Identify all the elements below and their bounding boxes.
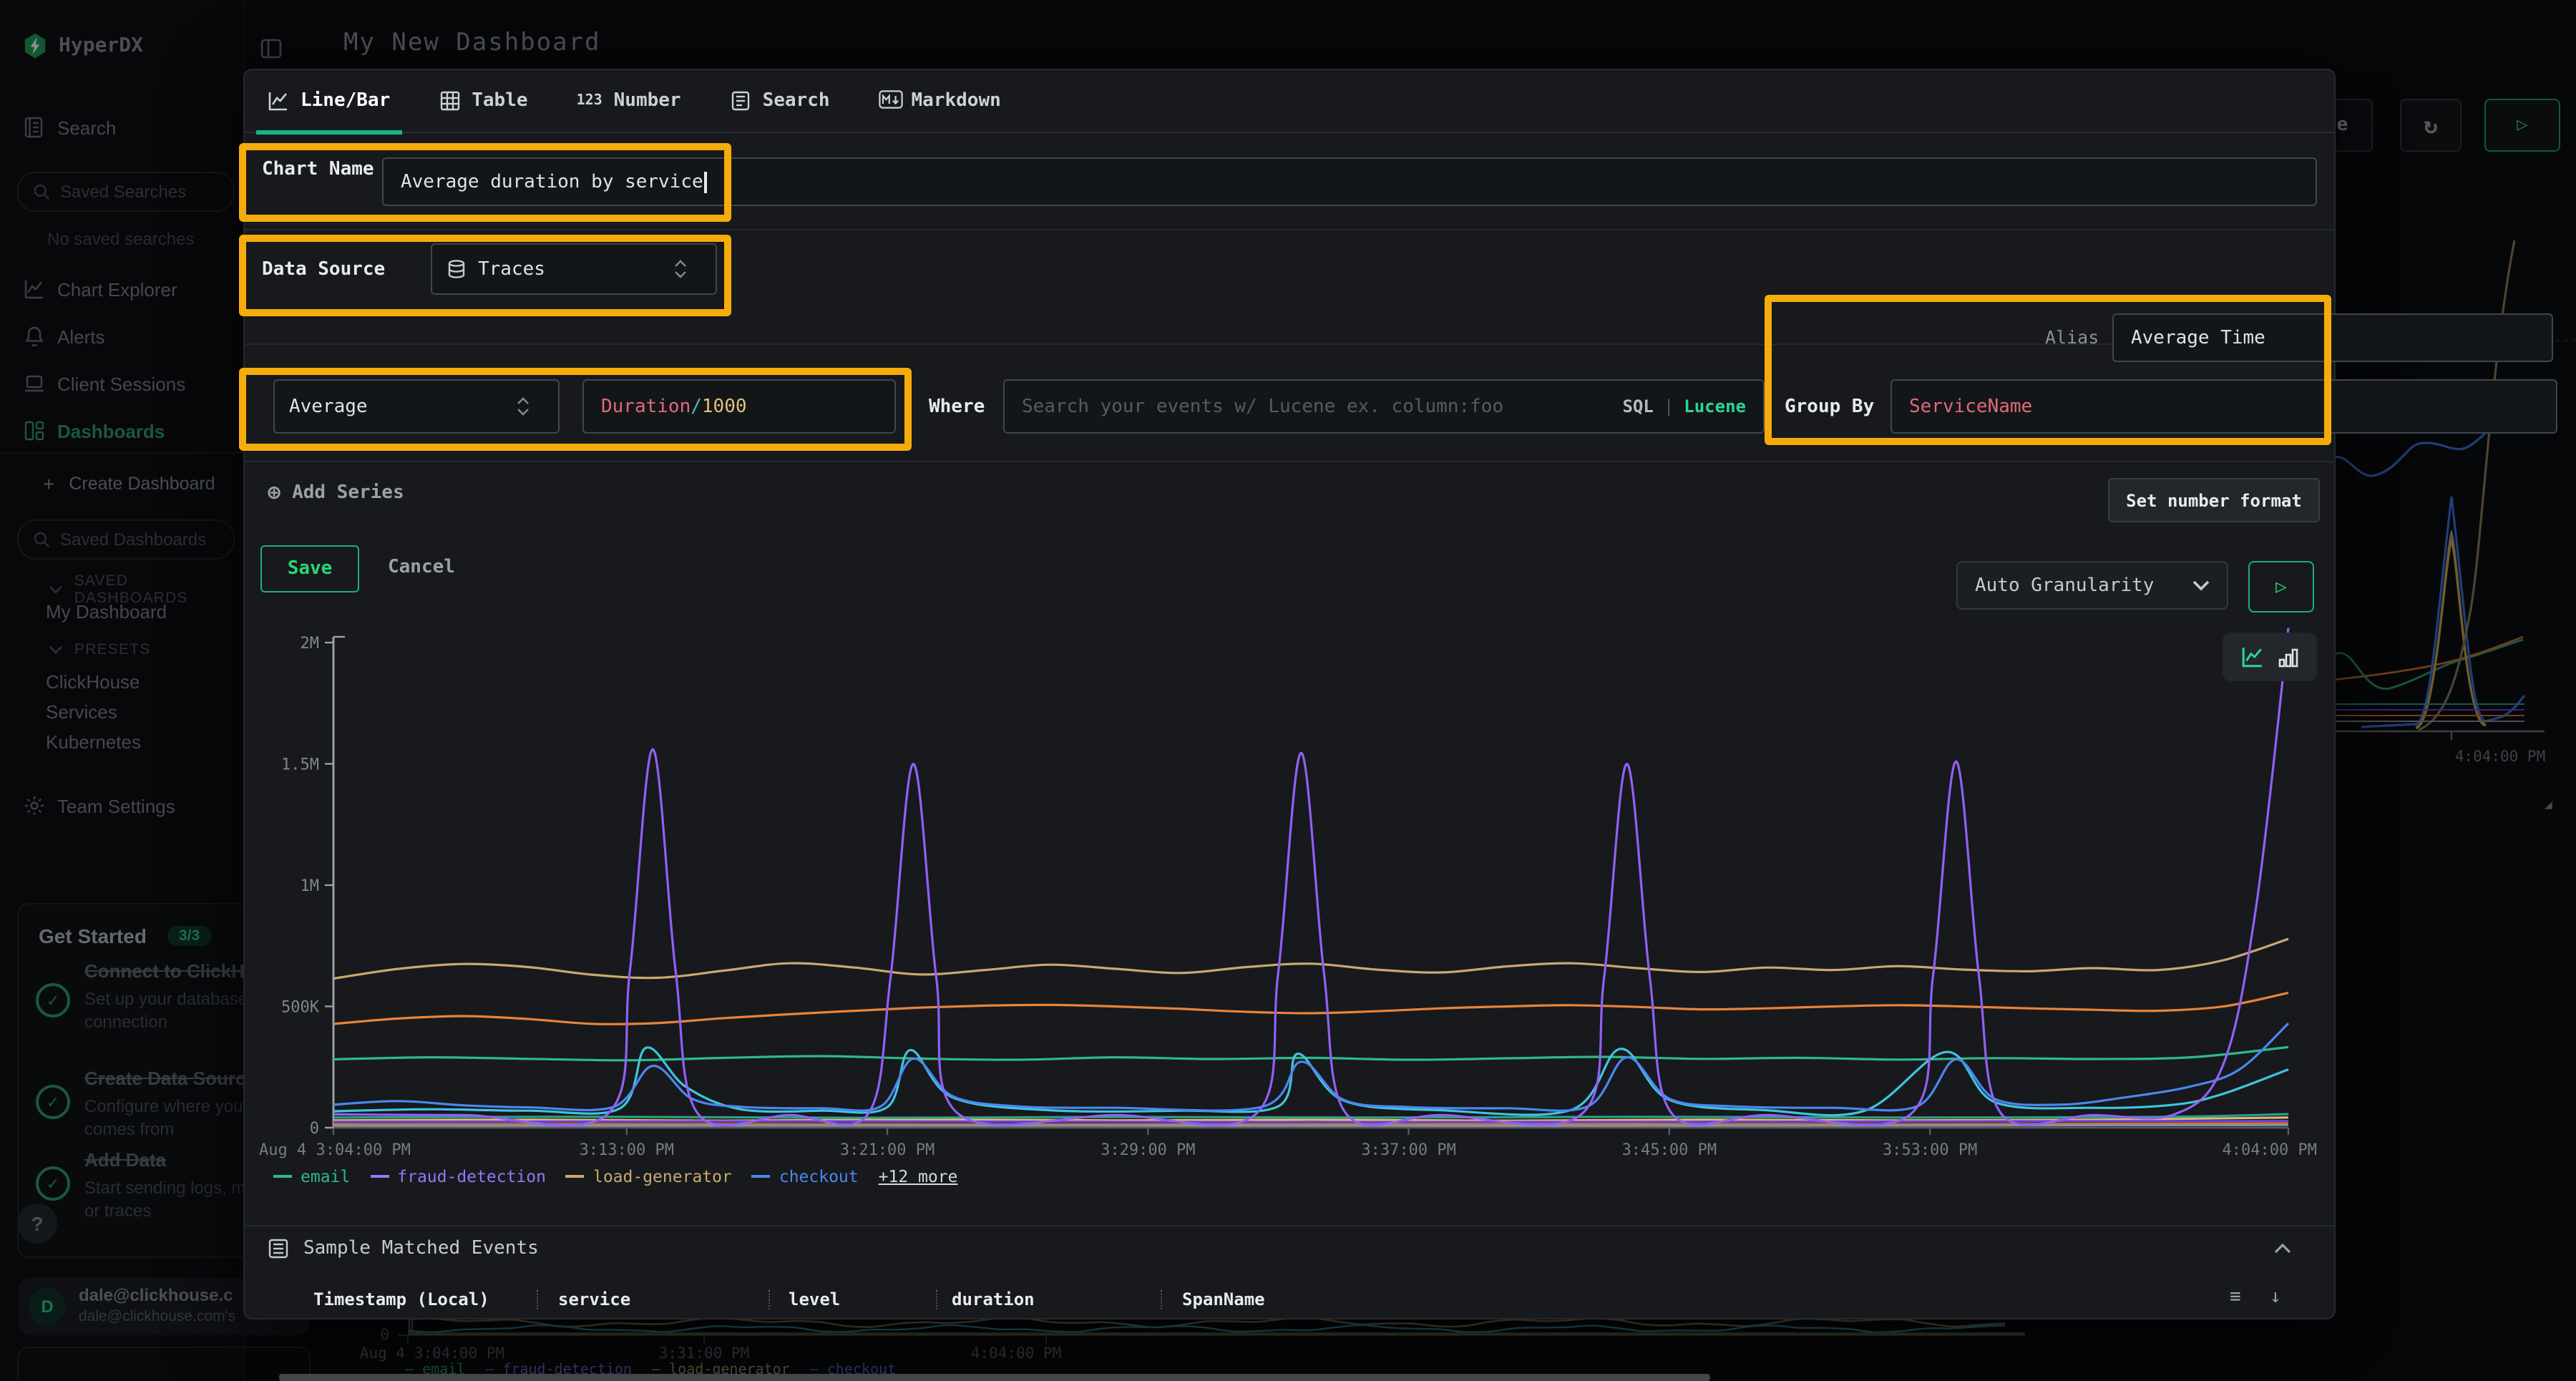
series-line-other-6: [333, 1125, 2288, 1126]
x-axis-tick-label: Aug 4 3:04:00 PM: [259, 1141, 411, 1159]
legend-item[interactable]: email: [273, 1166, 350, 1186]
column-header-service[interactable]: service: [558, 1289, 630, 1309]
column-header-level[interactable]: level: [789, 1289, 840, 1309]
legend-more-link[interactable]: +12 more: [879, 1166, 958, 1186]
x-axis-tick-label: 3:21:00 PM: [840, 1141, 935, 1159]
line-chart-icon: [2241, 645, 2264, 668]
column-header-timestamp[interactable]: Timestamp (Local): [313, 1289, 489, 1309]
bar-chart-icon: [2278, 646, 2298, 668]
collapse-section-icon[interactable]: [2274, 1244, 2291, 1254]
chart-legend: email fraud-detection load-generator che…: [273, 1166, 957, 1186]
column-header-spanname[interactable]: SpanName: [1182, 1289, 1265, 1309]
series-line-other-3: [333, 1114, 2288, 1118]
y-axis-tick-label: 500K: [281, 999, 320, 1017]
x-axis-tick-label: 3:45:00 PM: [1622, 1141, 1717, 1159]
sample-events-header[interactable]: Sample Matched Events: [268, 1238, 539, 1259]
y-axis-tick-label: 2M: [301, 635, 320, 653]
column-header-duration[interactable]: duration: [952, 1289, 1035, 1309]
series-line-fraud-detection: [333, 628, 2288, 1126]
x-axis-tick-label: 4:04:00 PM: [2223, 1141, 2317, 1159]
column-separator: [1161, 1289, 1162, 1309]
timeseries-chart[interactable]: 0 500K 1M 1.5M 2M Aug 4 3:04:00 PM 3:13:00 PM 3…: [245, 70, 2334, 1201]
y-axis-tick-label: 1M: [301, 877, 320, 895]
chart-editor-modal: Line/Bar Table 123 Number Search Markdow…: [243, 69, 2336, 1319]
download-icon[interactable]: ↓: [2270, 1287, 2281, 1308]
x-axis-tick-label: 3:13:00 PM: [580, 1141, 674, 1159]
x-axis-tick-label: 3:53:00 PM: [1883, 1141, 1977, 1159]
legend-color-dash: [566, 1175, 585, 1178]
list-icon: [268, 1238, 289, 1259]
legend-color-dash: [370, 1175, 389, 1178]
app-viewport: My New Dashboard Save ↻ ▷ HyperDX Search…: [0, 0, 2576, 1381]
column-separator: [936, 1289, 937, 1309]
y-axis-tick-label: 0: [310, 1120, 319, 1138]
series-line-load-generator: [333, 939, 2288, 978]
x-axis-tick-label: 3:37:00 PM: [1361, 1141, 1455, 1159]
legend-color-dash: [273, 1175, 292, 1178]
series-line-other-5: [333, 1121, 2288, 1123]
legend-item[interactable]: load-generator: [566, 1166, 732, 1186]
legend-item[interactable]: fraud-detection: [370, 1166, 546, 1186]
column-separator: [769, 1289, 770, 1309]
chart-display-toggle[interactable]: [2223, 633, 2317, 681]
legend-color-dash: [752, 1175, 771, 1178]
divider: [245, 1225, 2334, 1226]
y-axis-tick-label: 1.5M: [281, 756, 319, 774]
x-axis-tick-label: 3:29:00 PM: [1101, 1141, 1195, 1159]
filter-icon[interactable]: ≡: [2230, 1287, 2241, 1308]
column-separator: [537, 1289, 538, 1309]
legend-item[interactable]: checkout: [752, 1166, 859, 1186]
